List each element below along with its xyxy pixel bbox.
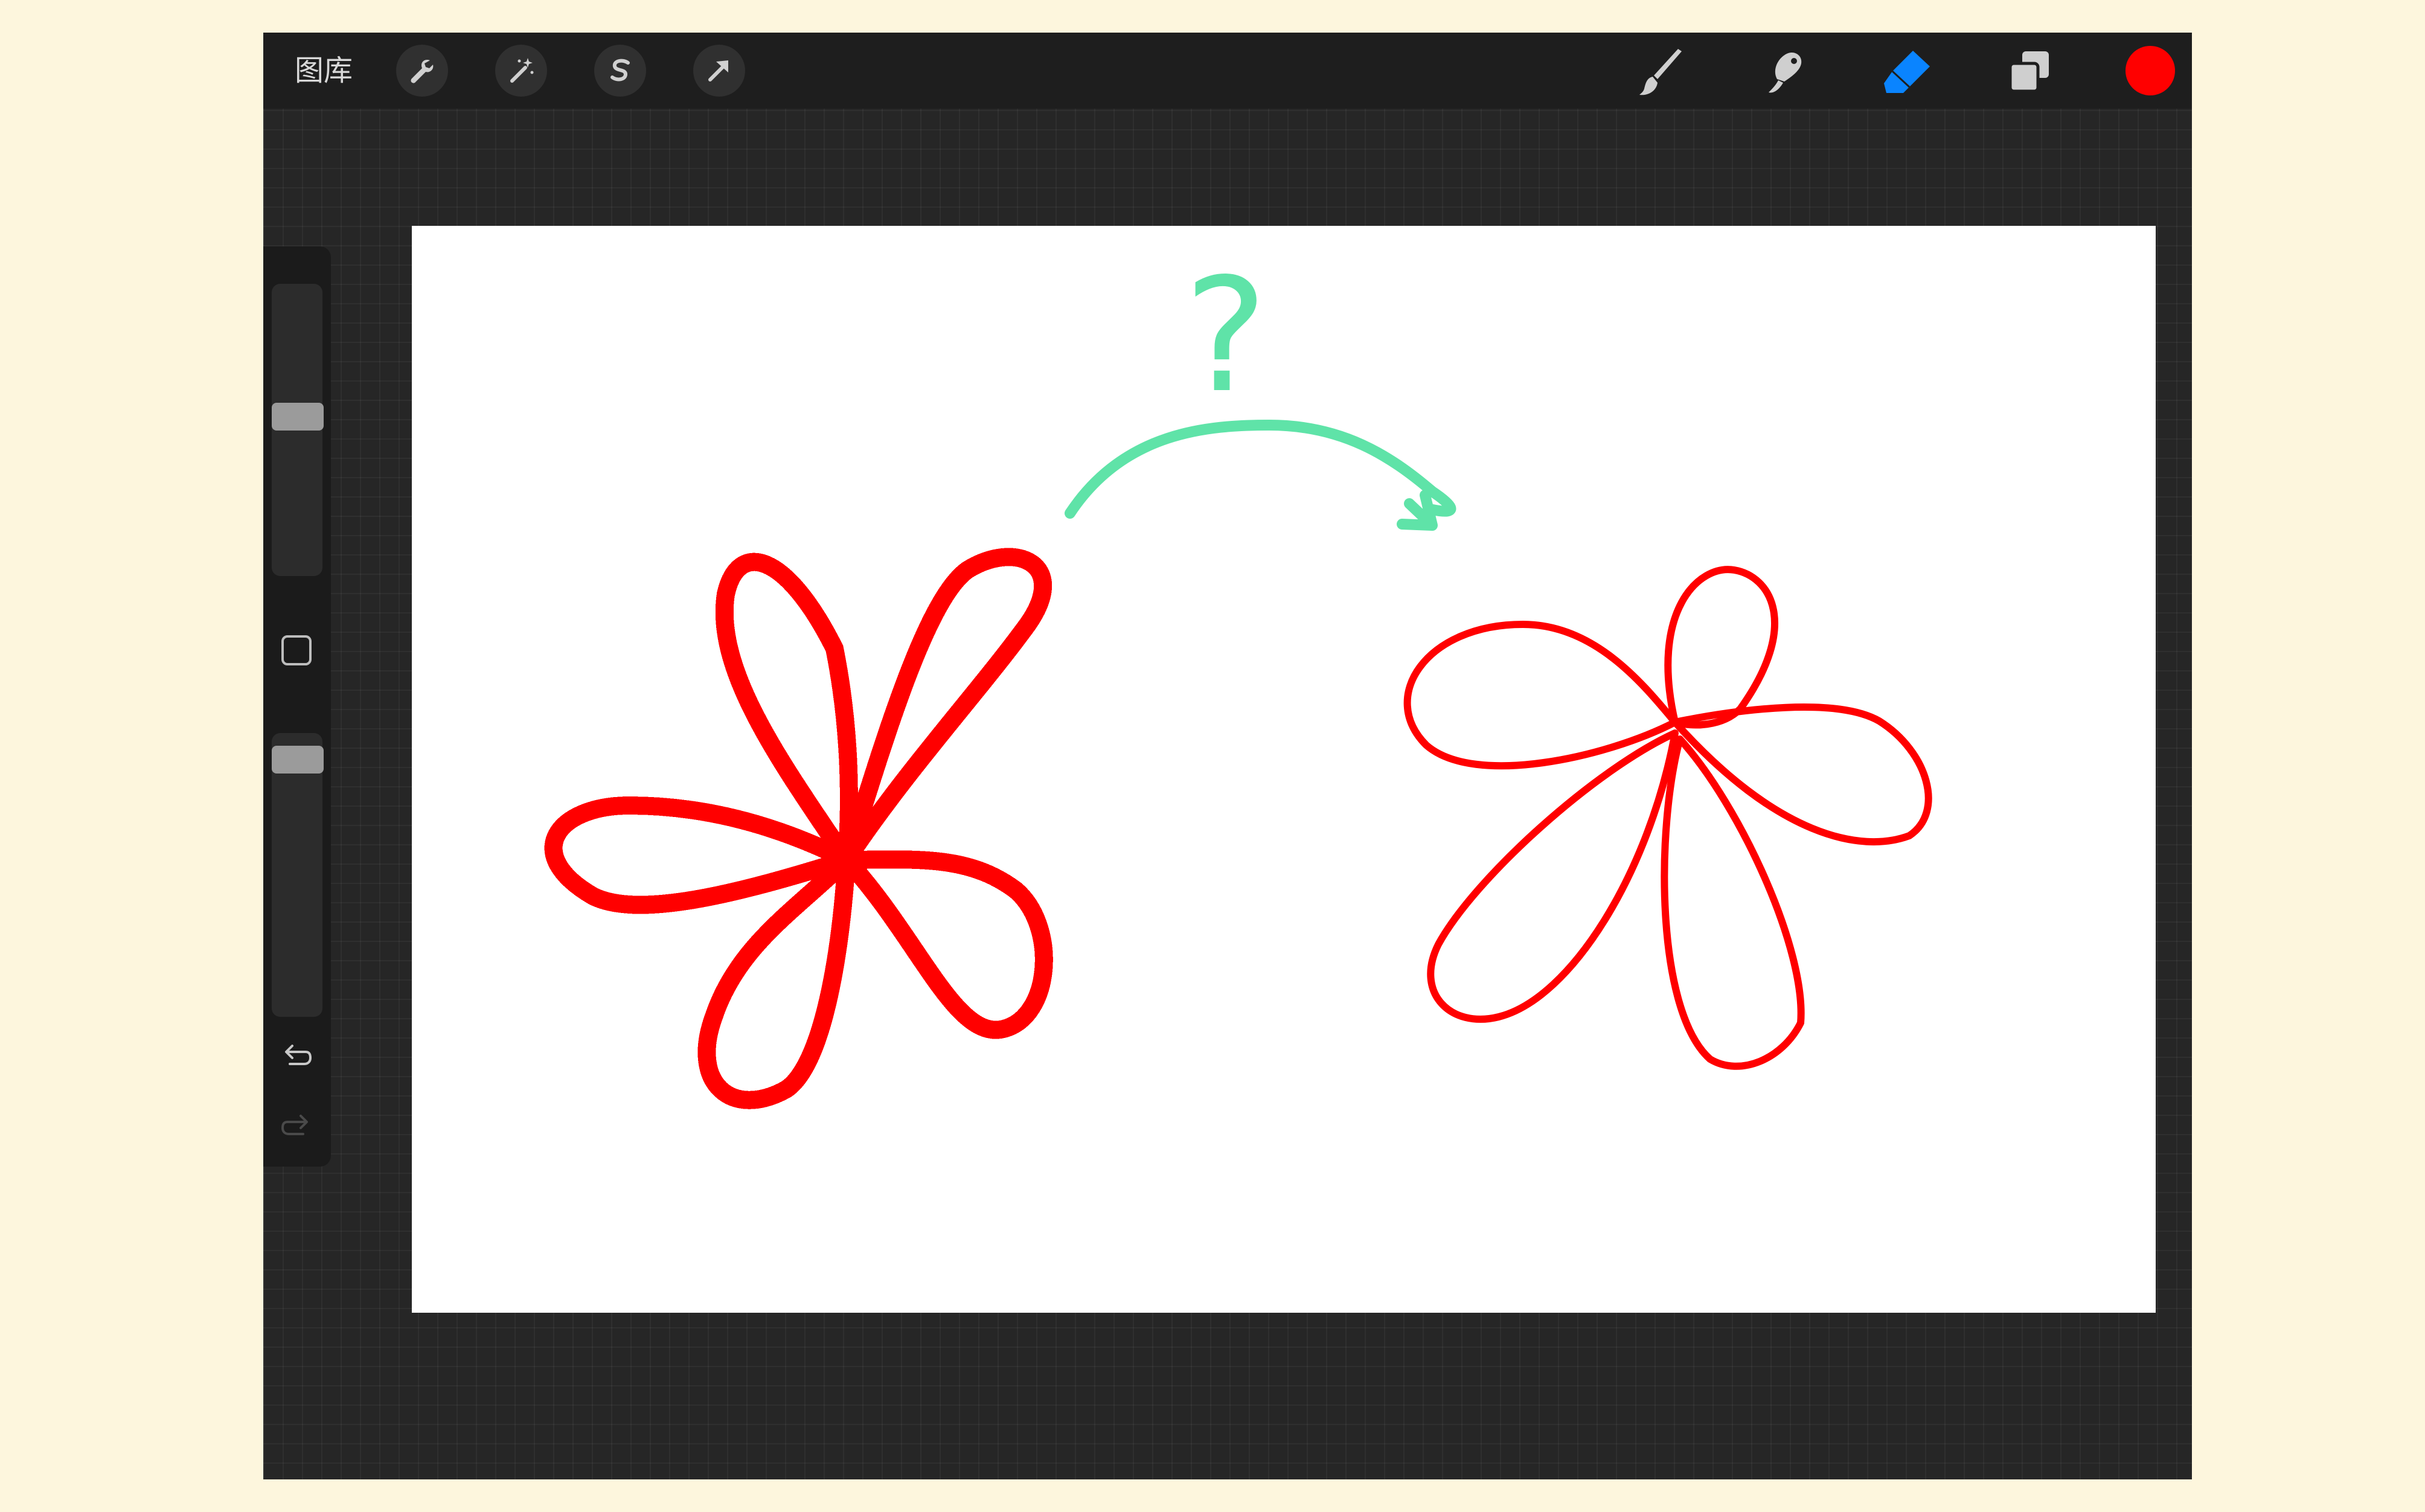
brush-tool[interactable] bbox=[1635, 45, 1690, 99]
transform-button[interactable] bbox=[693, 45, 745, 97]
sidebar bbox=[263, 246, 331, 1167]
brush-icon bbox=[1639, 49, 1682, 95]
gallery-button[interactable]: 图库 bbox=[295, 51, 353, 91]
selection-button[interactable] bbox=[594, 45, 646, 97]
layers-icon bbox=[2008, 51, 2049, 93]
pixel-petal-right-top bbox=[838, 548, 1052, 865]
smooth-petal-bottom-left bbox=[1427, 729, 1679, 1023]
adjustments-button[interactable] bbox=[495, 45, 547, 97]
redo-icon bbox=[281, 1115, 308, 1135]
transform-arrow-icon bbox=[708, 60, 728, 82]
eraser-tool[interactable] bbox=[1880, 45, 1935, 99]
redo-button[interactable] bbox=[277, 1106, 316, 1146]
transform-annotation: ? bbox=[1065, 245, 1456, 531]
undo-button[interactable] bbox=[277, 1036, 316, 1076]
magic-wand-icon bbox=[510, 58, 534, 83]
eraser-icon bbox=[1884, 51, 1930, 93]
smudge-tool[interactable] bbox=[1757, 45, 1812, 99]
drawing-canvas[interactable]: ? bbox=[412, 226, 2156, 1313]
pixelated-flower-drawing bbox=[544, 548, 1053, 1109]
top-toolbar: 图库 bbox=[263, 33, 2192, 109]
brush-size-slider-thumb[interactable] bbox=[272, 403, 324, 431]
layers-tool[interactable] bbox=[2002, 45, 2057, 99]
question-mark-label: ? bbox=[1184, 245, 1267, 428]
opacity-slider-thumb[interactable] bbox=[272, 746, 324, 774]
wrench-icon bbox=[411, 59, 434, 83]
smudge-icon bbox=[1769, 52, 1802, 93]
smooth-petal-left bbox=[1403, 621, 1679, 770]
selection-icon bbox=[610, 59, 630, 82]
pixel-petal-right-bottom bbox=[825, 850, 1053, 1039]
undo-icon bbox=[285, 1045, 312, 1065]
procreate-app-window: 图库 ? bbox=[263, 33, 2192, 1479]
color-picker-swatch[interactable] bbox=[2125, 46, 2175, 95]
opacity-slider[interactable] bbox=[272, 733, 322, 1017]
modify-button[interactable] bbox=[281, 635, 312, 665]
actions-button[interactable] bbox=[396, 45, 448, 97]
smooth-petal-bottom bbox=[1661, 735, 1805, 1070]
smooth-petal-top bbox=[1664, 566, 1778, 729]
curved-arrow bbox=[1065, 419, 1456, 519]
smooth-petal-right bbox=[1671, 703, 1932, 846]
smooth-flower-drawing bbox=[1403, 566, 1932, 1070]
curved-arrow-head bbox=[1397, 490, 1438, 531]
canvas-artwork: ? bbox=[544, 245, 1932, 1109]
